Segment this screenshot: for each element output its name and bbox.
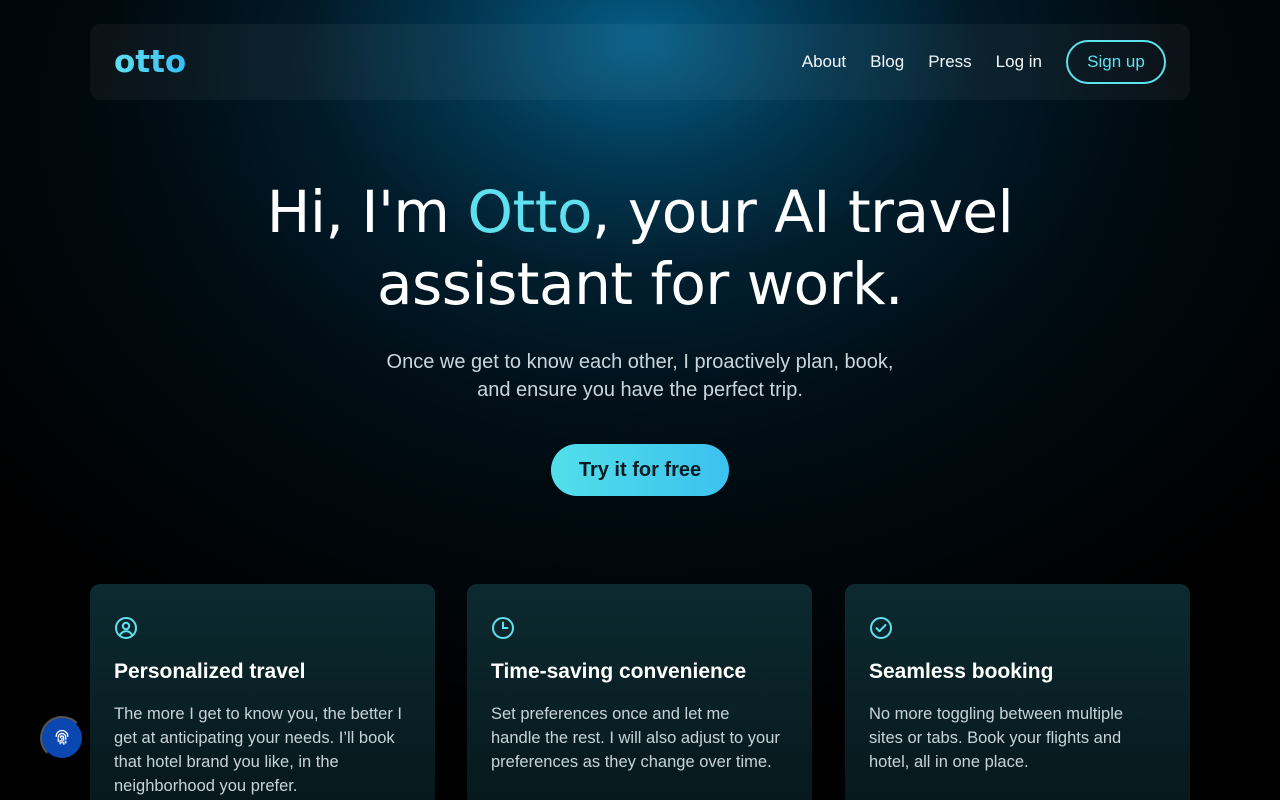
- feature-body: No more toggling between multiple sites …: [869, 705, 1124, 771]
- nav-link-login[interactable]: Log in: [996, 52, 1042, 72]
- feature-title: Personalized travel: [114, 660, 306, 683]
- feature-card-personalized: Personalized travel The more I get to kn…: [90, 584, 435, 800]
- hero-title-prefix: Hi, I'm: [266, 178, 468, 246]
- feature-body: The more I get to know you, the better I…: [114, 705, 402, 795]
- fingerprint-button[interactable]: [40, 716, 84, 760]
- nav-link-about[interactable]: About: [802, 52, 846, 72]
- feature-body: Set preferences once and let me handle t…: [491, 705, 780, 771]
- hero-title-line2: assistant for work.: [376, 250, 904, 318]
- hero-subtitle: Once we get to know each other, I proact…: [340, 348, 940, 404]
- nav-link-blog[interactable]: Blog: [870, 52, 904, 72]
- feature-title: Seamless booking: [869, 660, 1054, 683]
- feature-card-seamless: Seamless booking No more toggling betwee…: [845, 584, 1190, 800]
- nav-links: About Blog Press Log in Sign up: [778, 40, 1166, 84]
- otto-logo[interactable]: otto: [114, 46, 186, 78]
- hero-title-line1-suffix: , your AI travel: [592, 178, 1014, 246]
- feature-card-time-saving: Time-saving convenience Set preferences …: [467, 584, 812, 800]
- nav-link-press[interactable]: Press: [928, 52, 971, 72]
- sign-up-button[interactable]: Sign up: [1066, 40, 1166, 84]
- hero-title: Hi, I'm Otto, your AI travel assistant f…: [0, 176, 1280, 320]
- hero-subtitle-line1: Once we get to know each other, I proact…: [386, 351, 894, 373]
- hero-title-accent: Otto: [467, 178, 592, 246]
- check-circle-icon: [870, 617, 892, 639]
- fingerprint-icon: [55, 729, 69, 745]
- top-navbar: otto About Blog Press Log in Sign up: [90, 24, 1190, 100]
- clock-icon: [492, 617, 514, 639]
- try-it-free-button[interactable]: Try it for free: [551, 444, 729, 496]
- feature-title: Time-saving convenience: [491, 660, 747, 683]
- user-circle-icon: [115, 617, 137, 639]
- hero-subtitle-line2: and ensure you have the perfect trip.: [477, 379, 803, 401]
